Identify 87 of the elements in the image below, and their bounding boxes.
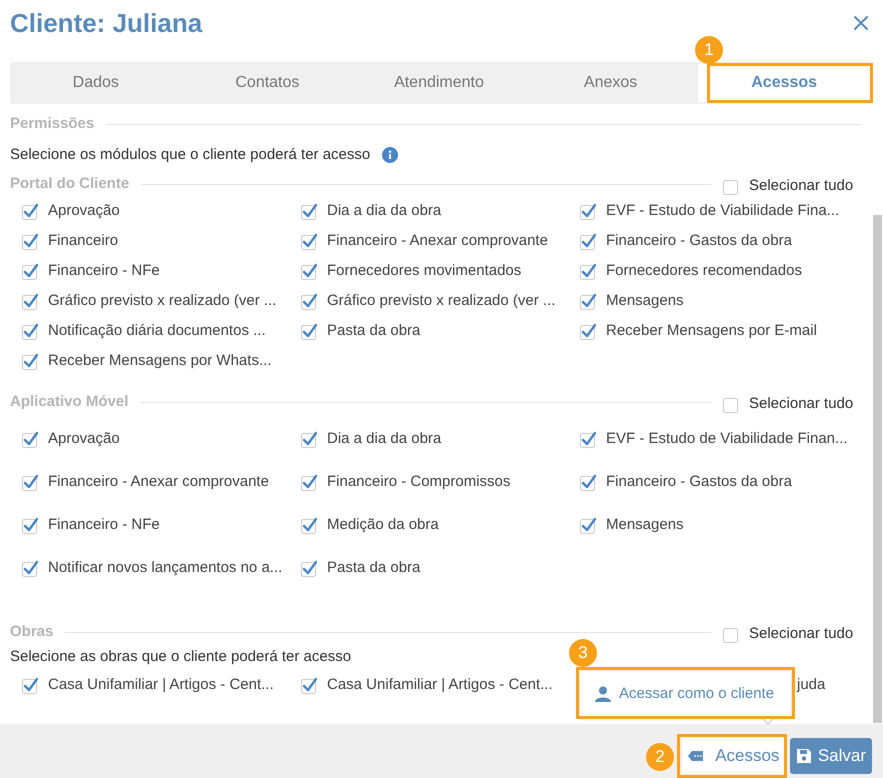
checkbox-label: Financeiro - Anexar comprovante [48,472,269,492]
dialog-title: Cliente: Juliana [10,6,202,40]
tab[interactable]: Dados [10,62,182,104]
checkbox-label: Financeiro - NFe [48,260,160,281]
checkbox-label: Fornecedores recomendados [606,260,802,281]
tab[interactable]: Atendimento [353,62,525,104]
step-badge: 3 [569,639,597,667]
person-icon [595,686,611,702]
checked-checkbox[interactable] [580,292,596,310]
checkbox-label: Aprovação [48,429,120,450]
checked-checkbox[interactable] [22,352,38,370]
checkbox-label: Fornecedores movimentados [327,260,522,281]
section-heading: Portal do Cliente [10,174,130,194]
checkbox-label: Casa Unifamiliar | Artigos - Cent... [48,674,274,695]
tab[interactable]: Anexos [524,62,696,104]
step-badge: 1 [695,36,723,64]
access-button[interactable]: Acessos [682,738,786,774]
checked-checkbox[interactable] [301,322,317,340]
checkbox[interactable] [723,396,739,412]
checked-checkbox[interactable] [580,262,596,280]
checkbox-label: Casa Unifamiliar | Artigos - Cent... [327,674,553,695]
checkbox-label: Gráfico previsto x realizado (ver ... [48,290,276,311]
checkbox-label: Selecionar tudo [749,624,854,644]
checkbox-label: Pasta da obra [327,558,420,578]
checkbox[interactable] [723,626,739,642]
checked-checkbox[interactable] [22,560,38,577]
checked-checkbox[interactable] [301,202,317,220]
checkbox-label: Gráfico previsto x realizado (ver ... [327,290,556,311]
checkbox-label: Notificar novos lançamentos no a... [48,558,282,578]
checked-checkbox[interactable] [580,517,596,534]
checked-checkbox[interactable] [22,517,38,534]
checked-checkbox[interactable] [580,474,596,491]
checked-checkbox[interactable] [301,232,317,250]
checked-checkbox[interactable] [580,322,596,340]
checkbox[interactable] [723,178,739,194]
save-icon [796,748,812,764]
checked-checkbox[interactable] [22,262,38,280]
checked-checkbox[interactable] [22,322,38,340]
info-icon [382,147,398,163]
checkbox-label: Medição da obra [327,515,439,536]
section-heading: Obras [10,622,54,642]
checkbox-label: Mensagens [606,515,684,536]
section-heading: Aplicativo Móvel [10,392,128,412]
checkbox-label: Financeiro - NFe [48,515,160,536]
checkbox-label: Mensagens [606,290,684,311]
checkbox-label: Pasta da obra [327,320,420,341]
checkbox-label: Financeiro - Gastos da obra [606,230,792,251]
close-icon[interactable] [853,15,869,31]
checkbox-label: Receber Mensagens por E-mail [606,320,817,341]
scrollbar[interactable] [873,215,882,723]
tab[interactable]: Contatos [182,62,354,104]
checked-checkbox[interactable] [301,431,317,448]
checkbox-label: EVF - Estudo de Viabilidade Finan... [606,429,848,450]
checkbox-label: Selecionar tudo [749,394,854,414]
checkbox-label: Notificação diária documentos ... [48,320,266,341]
checked-checkbox[interactable] [22,232,38,250]
save-button[interactable]: Salvar [790,738,872,774]
checked-checkbox[interactable] [301,292,317,310]
checked-checkbox[interactable] [580,202,596,220]
checked-checkbox[interactable] [22,676,38,694]
checkbox-label: Financeiro - Anexar comprovante [327,230,548,251]
checked-checkbox[interactable] [301,676,317,694]
checked-checkbox[interactable] [301,262,317,280]
checked-checkbox[interactable] [580,232,596,250]
checked-checkbox[interactable] [22,474,38,491]
checkbox-label: Financeiro [48,230,118,251]
description-text: Selecione as obras que o cliente poderá ter acesso [10,646,352,667]
checked-checkbox[interactable] [22,292,38,310]
checked-checkbox[interactable] [301,517,317,534]
access-as-client-item[interactable]: Acessar como o cliente [580,682,774,706]
checkbox-label: Aprovação [48,200,120,221]
checkbox-label: Dia a dia da obra [327,429,442,450]
checkbox-label: Selecionar tudo [749,176,854,196]
checkbox-label: EVF - Estudo de Viabilidade Fina... [606,200,840,221]
checked-checkbox[interactable] [301,560,317,577]
section-heading: Permissões [10,114,94,134]
description-text: Selecione os módulos que o cliente poderá ter acesso [10,144,370,165]
checked-checkbox[interactable] [22,202,38,220]
checked-checkbox[interactable] [301,474,317,491]
checkbox-label: Financeiro - Compromissos [327,472,510,492]
link-text: juda [797,674,826,695]
tag-icon [688,750,704,762]
checkbox-label: Financeiro - Gastos da obra [606,472,792,492]
checked-checkbox[interactable] [22,431,38,448]
checkbox-label: Receber Mensagens por Whats... [48,350,272,371]
checked-checkbox[interactable] [580,431,596,448]
checkbox-label: Dia a dia da obra [327,200,442,221]
